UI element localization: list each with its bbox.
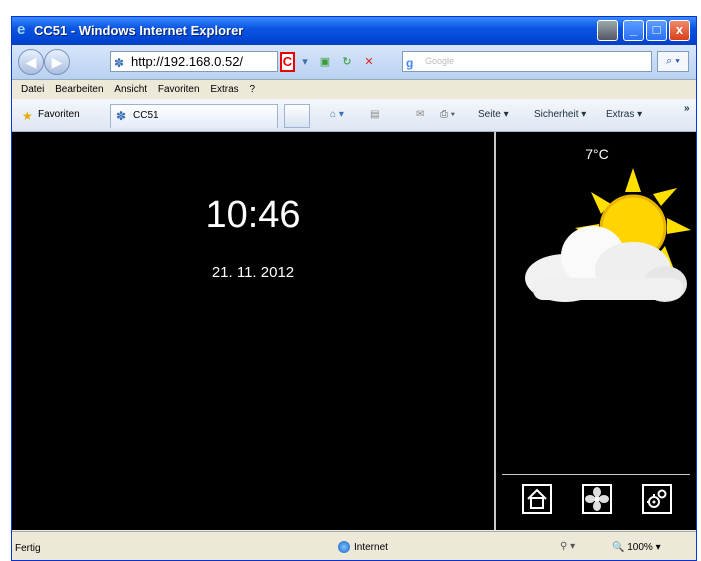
back-arrow-icon: ◀ — [25, 54, 37, 70]
temperature-readout: 7°C — [585, 146, 609, 162]
panel-divider — [494, 132, 496, 530]
print-button[interactable]: ⎙ ▾ — [440, 109, 455, 120]
mail-button[interactable]: ✉ — [416, 109, 424, 120]
window-special-button[interactable] — [597, 20, 618, 41]
status-bar: Fertig Internet ⚲ ▾ 🔍 100% ▾ — [12, 531, 696, 560]
tab-cc51[interactable]: ✽ CC51 — [110, 104, 278, 128]
browser-window: e CC51 - Windows Internet Explorer _ □ x… — [11, 16, 697, 561]
security-menu-button[interactable]: Sicherheit ▾ — [534, 109, 586, 120]
security-zone: Internet — [354, 542, 388, 553]
menu-bar: Datei Bearbeiten Ansicht Favoriten Extra… — [12, 80, 696, 99]
address-text: http://192.168.0.52/ — [131, 54, 244, 69]
forward-arrow-icon: ▶ — [51, 54, 63, 70]
refresh-button[interactable]: ↻ — [339, 54, 355, 70]
menu-item-ansicht[interactable]: Ansicht — [114, 84, 147, 95]
menu-item-extras[interactable]: Extras — [210, 84, 238, 95]
menu-item-bearbeiten[interactable]: Bearbeiten — [55, 84, 103, 95]
click-marker: C — [280, 52, 295, 72]
home-icon — [527, 488, 547, 509]
menu-item-favoriten[interactable]: Favoriten — [158, 84, 200, 95]
back-button[interactable]: ◀ — [18, 49, 44, 75]
page-menu-label: Seite — [478, 109, 501, 120]
menu-item-help[interactable]: ? — [249, 84, 255, 95]
stop-button[interactable]: ✕ — [361, 54, 377, 70]
favorites-star-icon: ★ — [22, 109, 33, 123]
zoom-level: 100% — [627, 542, 653, 553]
minimize-button[interactable]: _ — [623, 20, 644, 41]
menu-item-datei[interactable]: Datei — [21, 84, 44, 95]
address-dropdown-button[interactable]: ▾ — [297, 54, 313, 70]
home-button[interactable] — [522, 484, 552, 514]
clock-time: 10:46 — [205, 194, 301, 236]
address-bar[interactable]: ✽ http://192.168.0.52/ — [110, 51, 278, 72]
title-bar[interactable]: e CC51 - Windows Internet Explorer _ □ x — [12, 17, 696, 45]
maximize-button[interactable]: □ — [646, 20, 667, 41]
home-toolbar-button[interactable]: ⌂ ▾ — [330, 109, 344, 120]
extras-menu-label: Extras — [606, 109, 635, 120]
status-text: Fertig — [15, 543, 41, 554]
extras-menu-button[interactable]: Extras ▾ — [606, 109, 642, 120]
fan-icon — [585, 487, 609, 511]
internet-globe-icon — [338, 541, 350, 553]
tab-title: CC51 — [133, 110, 159, 121]
feeds-button[interactable]: ▤ — [370, 109, 379, 120]
settings-gears-icon — [647, 489, 667, 508]
zoom-control[interactable]: 🔍 100% ▾ — [612, 542, 661, 553]
search-button[interactable]: ⌕ ▾ — [657, 51, 689, 72]
protected-mode-icon[interactable]: ⚲ ▾ — [560, 541, 575, 552]
button-row-divider — [502, 474, 690, 475]
favorites-bar: ★ Favoriten ✽ CC51 ⌂ ▾ ▤ ✉ ⎙ ▾ Seite ▾ S… — [12, 99, 696, 132]
search-placeholder: Google — [425, 56, 455, 66]
toolbar-overflow-button[interactable]: » — [684, 103, 690, 114]
favorites-button[interactable]: Favoriten — [38, 109, 80, 120]
page-favicon-icon: ✽ — [114, 56, 125, 70]
page-content: 10:46 21. 11. 2012 7°C — [12, 132, 696, 530]
compatibility-view-button[interactable]: ▣ — [317, 54, 333, 70]
forward-button[interactable]: ▶ — [44, 49, 70, 75]
google-icon: g — [406, 56, 414, 70]
settings-button[interactable] — [642, 484, 672, 514]
search-field[interactable]: g Google — [402, 51, 652, 72]
ie-logo-icon: e — [17, 21, 26, 38]
page-menu-button[interactable]: Seite ▾ — [478, 109, 509, 120]
clock-date: 21. 11. 2012 — [211, 264, 295, 281]
new-tab-button[interactable] — [284, 104, 310, 128]
sun-behind-cloud-icon — [525, 168, 691, 302]
security-menu-label: Sicherheit — [534, 109, 579, 120]
close-button[interactable]: x — [669, 20, 690, 41]
tab-favicon-icon: ✽ — [116, 109, 127, 123]
magnifier-icon: ⌕ ▾ — [666, 55, 680, 67]
navigation-bar: ◀ ▶ ✽ http://192.168.0.52/ C ▾ ▣ ↻ ✕ g G… — [12, 45, 696, 80]
window-title: CC51 - Windows Internet Explorer — [34, 23, 244, 38]
fan-button[interactable] — [582, 484, 612, 514]
